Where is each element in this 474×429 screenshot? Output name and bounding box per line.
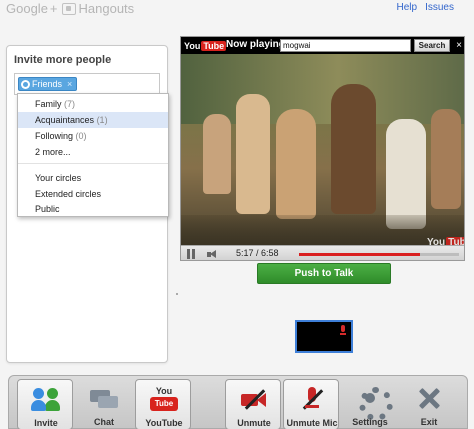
seek-progress	[299, 253, 421, 256]
menu-item-following[interactable]: Following (0)	[18, 128, 168, 144]
unmute-mic-label: Unmute Mic	[286, 418, 338, 428]
invite-label: Invite	[34, 418, 58, 428]
invite-title: Invite more people	[14, 54, 112, 66]
menu-item-public[interactable]: Public	[18, 201, 168, 217]
youtube-logo: You Tube	[184, 40, 227, 51]
youtube-player[interactable]: YouTube YouTube Now playing mogwai Searc…	[180, 36, 465, 261]
bottom-toolbar: Invite Chat You Tube YouTube Unmute Vide…	[8, 375, 468, 429]
issues-link[interactable]: Issues	[425, 2, 454, 13]
unmute-video-label: Unmute Video	[237, 418, 271, 429]
now-playing-label: Now playing	[226, 39, 281, 50]
menu-item-label: 2 more...	[35, 147, 71, 157]
menu-item-count: (7)	[64, 99, 76, 109]
muted-mic-icon	[340, 325, 346, 336]
chat-label: Chat	[94, 417, 114, 427]
menu-item-family[interactable]: Family (7)	[18, 96, 168, 112]
gear-icon	[355, 385, 393, 421]
menu-item-extended-circles[interactable]: Extended circles	[18, 186, 168, 202]
google-plus-hangouts-logo: Google + Hangouts	[6, 1, 134, 16]
self-video-thumbnail[interactable]	[295, 320, 353, 353]
youtube-label: YouTube	[145, 418, 183, 428]
settings-button[interactable]: Settings	[342, 379, 398, 429]
video-muted-icon	[239, 386, 269, 412]
video-frame[interactable]: YouTube	[181, 54, 464, 248]
menu-item-acquaintances[interactable]: Acquaintances (1)	[18, 112, 168, 128]
circle-dropdown: Family (7) Acquaintances (1) Following (…	[17, 93, 169, 217]
unmute-video-button[interactable]: Unmute Video	[225, 379, 281, 429]
recipient-input[interactable]: Friends ×	[14, 73, 160, 95]
friends-chip[interactable]: Friends ×	[18, 77, 78, 91]
menu-item-your-circles[interactable]: Your circles	[18, 170, 168, 186]
chat-button[interactable]: Chat	[76, 379, 132, 429]
menu-item-label: Acquaintances	[35, 115, 95, 125]
exit-label: Exit	[420, 417, 438, 427]
unmute-mic-button[interactable]: Unmute Mic	[283, 379, 339, 429]
youtube-search-input[interactable]: mogwai	[280, 39, 411, 52]
youtube-search-button[interactable]: Search	[414, 39, 450, 52]
help-link[interactable]: Help	[397, 2, 418, 13]
chat-icon	[89, 385, 119, 411]
youtube-icon: You Tube	[149, 386, 179, 412]
chip-label: Friends	[32, 79, 63, 89]
mic-muted-icon	[297, 386, 327, 412]
menu-divider	[18, 163, 168, 164]
menu-item-label: Following	[35, 131, 74, 141]
menu-item-count: (1)	[96, 115, 108, 125]
divider-dot	[176, 293, 178, 295]
pause-icon[interactable]	[186, 249, 196, 260]
brand-google: Google	[6, 1, 48, 16]
header-links: Help Issues	[397, 2, 454, 13]
brand-hangouts: Hangouts	[78, 1, 135, 16]
chip-remove-icon[interactable]: ×	[67, 79, 72, 89]
close-icon	[414, 385, 444, 411]
invite-button[interactable]: Invite	[17, 379, 73, 429]
circle-icon	[21, 79, 30, 89]
settings-label: Settings	[352, 417, 388, 427]
close-icon[interactable]: ×	[454, 39, 464, 52]
player-controls: 5:17 / 6:58	[181, 245, 464, 260]
seek-bar[interactable]	[299, 253, 459, 256]
volume-icon[interactable]	[207, 250, 219, 259]
menu-item-label: Family	[35, 99, 62, 109]
people-icon	[31, 386, 61, 412]
push-to-talk-button[interactable]: Push to Talk	[257, 263, 391, 284]
youtube-button[interactable]: You Tube YouTube	[135, 379, 191, 429]
menu-item-count: (0)	[75, 131, 87, 141]
hangouts-icon	[61, 2, 76, 15]
exit-button[interactable]: Exit	[401, 379, 457, 429]
menu-item-more[interactable]: 2 more...	[18, 144, 168, 160]
brand-plus: +	[49, 1, 58, 16]
youtube-top-bar: You Tube Now playing mogwai Search ×	[181, 37, 464, 54]
time-display: 5:17 / 6:58	[236, 248, 279, 258]
top-bar: Google + Hangouts Help Issues	[0, 0, 474, 18]
